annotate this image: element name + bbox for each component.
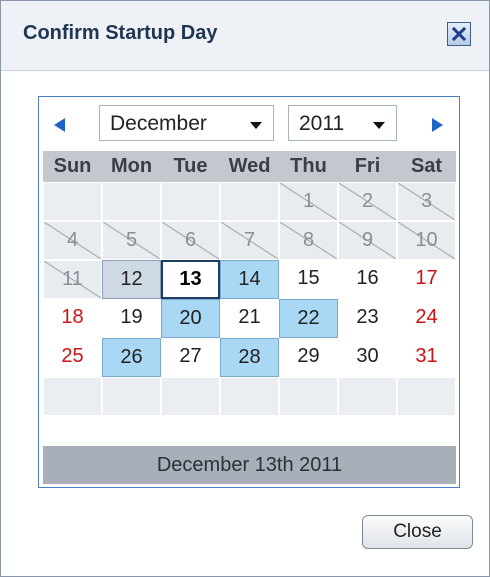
empty-day-cell xyxy=(102,182,161,221)
year-select[interactable]: 2011 xyxy=(288,105,397,141)
day-cell[interactable]: 20 xyxy=(161,299,220,338)
day-cell[interactable]: 19 xyxy=(102,299,161,338)
weekday-header: Sun xyxy=(43,151,102,182)
weekday-header: Thu xyxy=(279,151,338,182)
close-icon[interactable] xyxy=(447,22,471,46)
day-cell[interactable]: 26 xyxy=(102,338,161,377)
chevron-down-icon xyxy=(250,122,262,129)
day-cell[interactable]: 24 xyxy=(397,299,456,338)
empty-day-cell xyxy=(397,377,456,416)
day-cell: 10 xyxy=(397,221,456,260)
day-cell[interactable]: 29 xyxy=(279,338,338,377)
day-cell: 8 xyxy=(279,221,338,260)
day-cell[interactable]: 13 xyxy=(161,260,220,299)
year-select-value: 2011 xyxy=(299,112,345,135)
day-cell: 7 xyxy=(220,221,279,260)
next-month-arrow-icon[interactable] xyxy=(432,118,443,132)
day-cell: 6 xyxy=(161,221,220,260)
day-cell[interactable]: 28 xyxy=(220,338,279,377)
month-select-value: December xyxy=(110,112,207,135)
title-bar: Confirm Startup Day xyxy=(1,1,489,71)
empty-day-cell xyxy=(220,377,279,416)
empty-day-cell xyxy=(43,182,102,221)
weekday-header: Fri xyxy=(338,151,397,182)
empty-day-cell xyxy=(161,377,220,416)
day-cell: 5 xyxy=(102,221,161,260)
prev-month-arrow-icon[interactable] xyxy=(54,118,65,132)
month-select[interactable]: December xyxy=(99,105,274,141)
day-cell: 2 xyxy=(338,182,397,221)
day-cell[interactable]: 22 xyxy=(279,299,338,338)
day-cell[interactable]: 16 xyxy=(338,260,397,299)
day-cell: 3 xyxy=(397,182,456,221)
weekday-header: Tue xyxy=(161,151,220,182)
day-cell[interactable]: 31 xyxy=(397,338,456,377)
empty-day-cell xyxy=(161,182,220,221)
day-cell: 9 xyxy=(338,221,397,260)
day-cell[interactable]: 25 xyxy=(43,338,102,377)
calendar: December 2011 Sun Mon Tue Wed Thu Fri Sa… xyxy=(38,96,460,488)
day-cell[interactable]: 27 xyxy=(161,338,220,377)
day-cell[interactable]: 12 xyxy=(102,260,161,299)
empty-day-cell xyxy=(220,182,279,221)
selected-date-footer: December 13th 2011 xyxy=(43,446,456,484)
weekday-header: Wed xyxy=(220,151,279,182)
empty-day-cell xyxy=(43,377,102,416)
day-cell: 4 xyxy=(43,221,102,260)
weekday-header: Sat xyxy=(397,151,456,182)
day-cell[interactable]: 30 xyxy=(338,338,397,377)
day-cell[interactable]: 18 xyxy=(43,299,102,338)
weekday-header: Mon xyxy=(102,151,161,182)
dialog-title: Confirm Startup Day xyxy=(23,22,218,44)
empty-day-cell xyxy=(279,377,338,416)
empty-day-cell xyxy=(102,377,161,416)
day-cell: 1 xyxy=(279,182,338,221)
day-cell[interactable]: 15 xyxy=(279,260,338,299)
day-cell[interactable]: 21 xyxy=(220,299,279,338)
calendar-grid: Sun Mon Tue Wed Thu Fri Sat 1 2 3 4 5 6 7 8 9 10 1… xyxy=(43,151,456,416)
day-cell[interactable]: 17 xyxy=(397,260,456,299)
day-cell[interactable]: 14 xyxy=(220,260,279,299)
empty-day-cell xyxy=(338,377,397,416)
close-button[interactable]: Close xyxy=(362,515,473,549)
day-cell[interactable]: 23 xyxy=(338,299,397,338)
day-cell: 11 xyxy=(43,260,102,299)
confirm-startup-dialog: Confirm Startup Day December 2011 Sun Mo… xyxy=(0,0,490,577)
chevron-down-icon xyxy=(373,122,385,129)
